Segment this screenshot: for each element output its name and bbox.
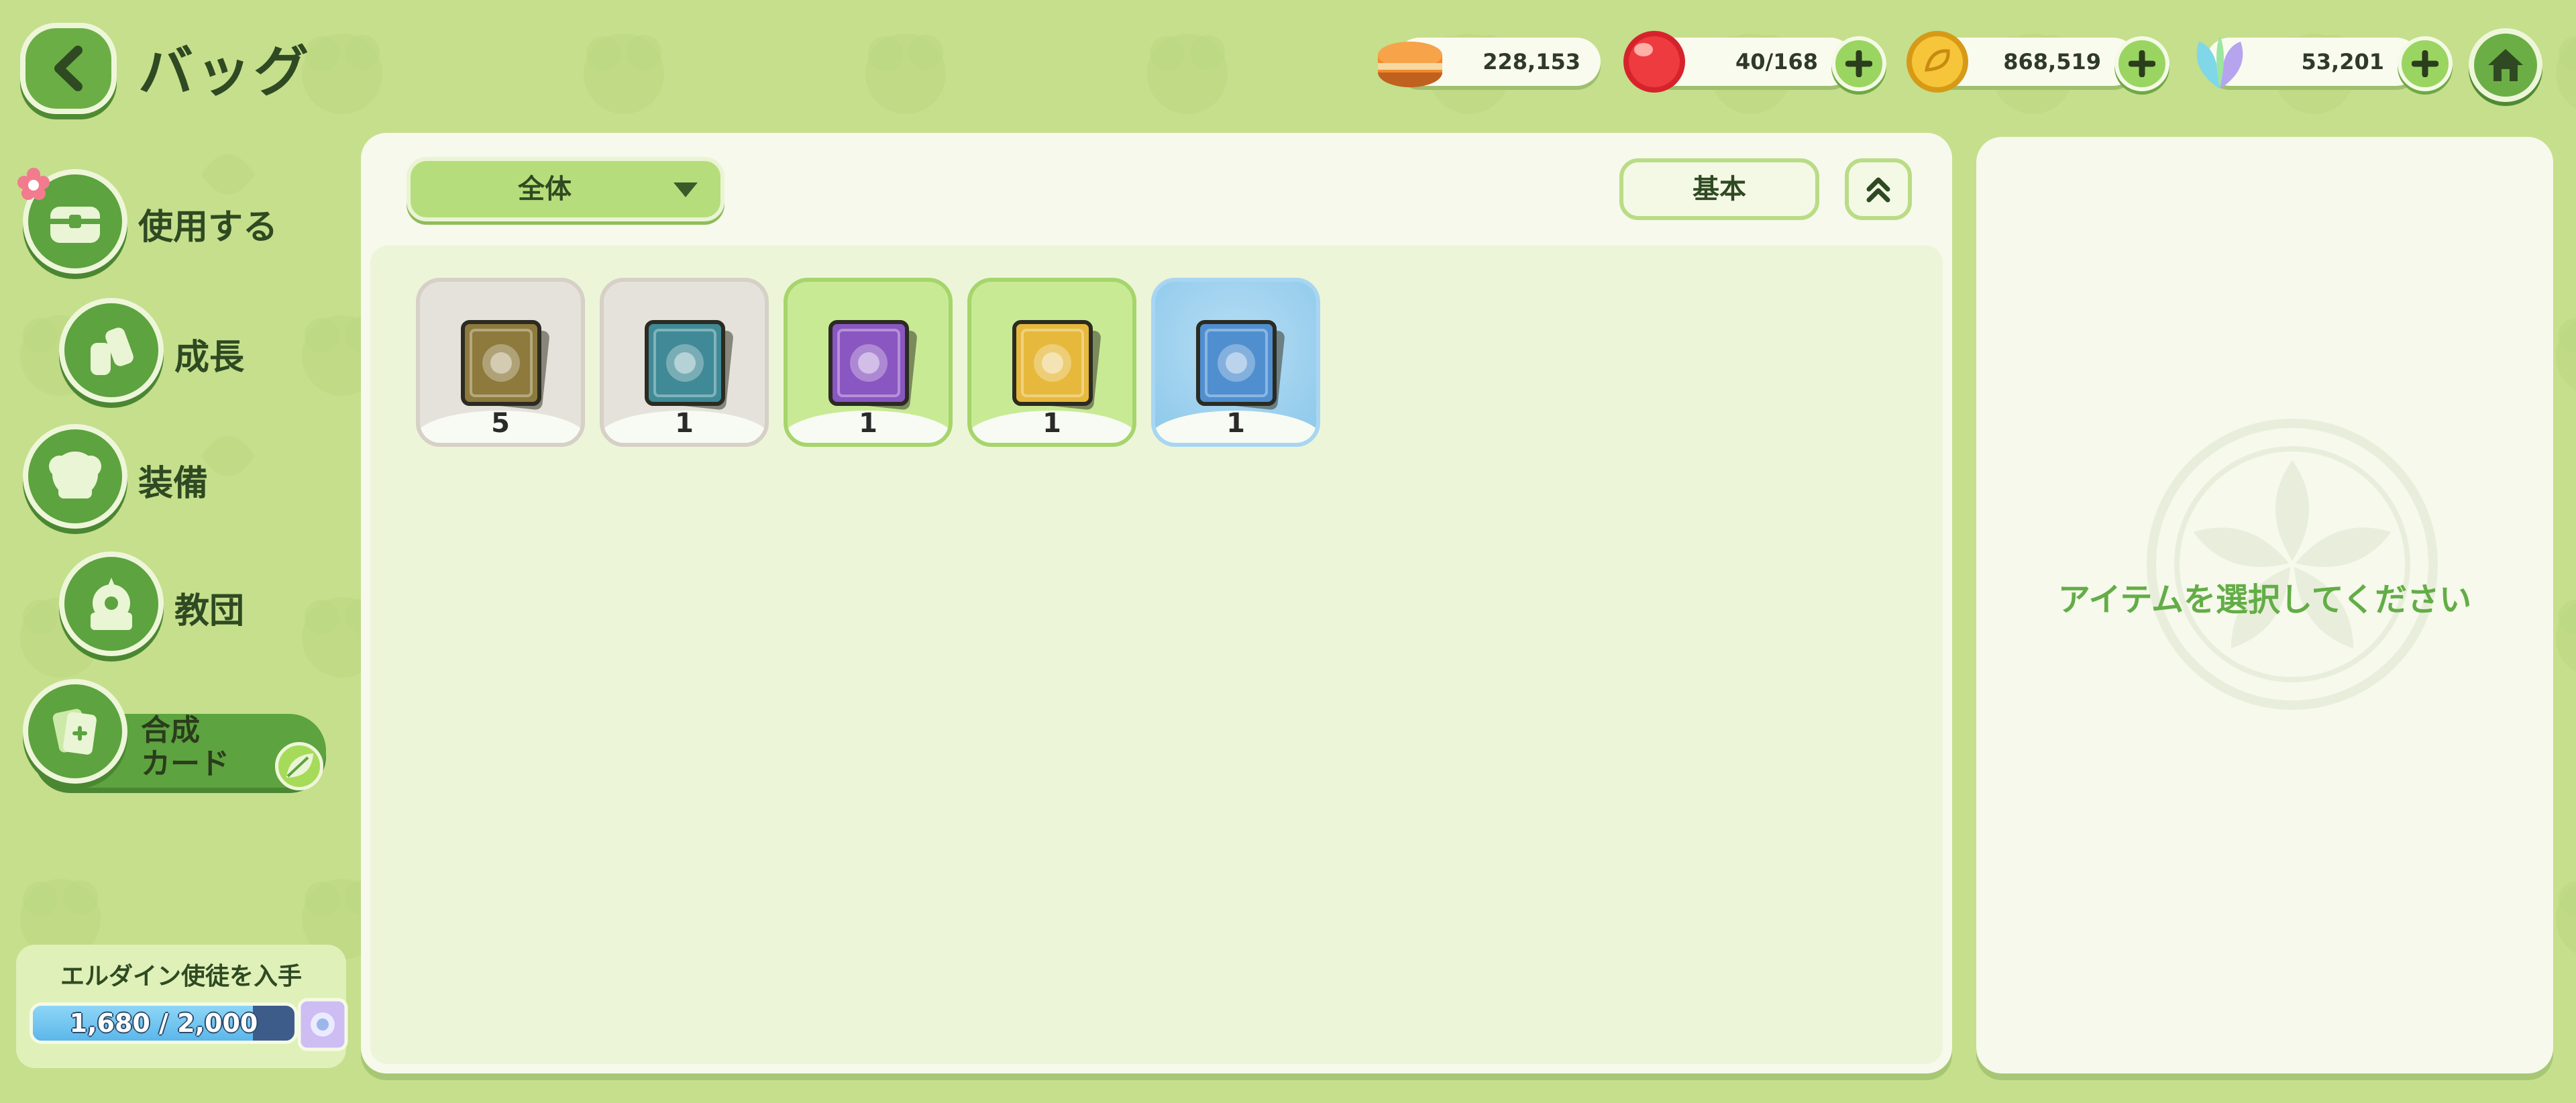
category-filter-dropdown[interactable]: 全体 [407,157,724,221]
add-crystal-button[interactable] [2398,36,2453,91]
treasure-chest-icon [50,207,100,243]
item-count: 1 [859,408,877,439]
double-chevron-up-icon [1866,177,1890,203]
currency-pancake: 228,153 [1375,34,1603,89]
currency-crystal: 53,201 [2186,34,2454,91]
crystal-leaf-icon [2196,35,2243,89]
pancake-icon [1378,42,1442,87]
inventory-slot[interactable]: 5 [416,278,585,447]
inventory-slot[interactable]: 1 [1151,278,1320,447]
sort-order-button[interactable] [1845,158,1912,220]
sidebar-growth-circle [59,298,164,403]
label-line2: カード [141,747,229,781]
card-pack-icon [1012,320,1101,410]
add-gold-button[interactable] [2114,36,2169,91]
home-button[interactable] [2469,28,2542,102]
dropdown-arrow-icon [674,182,698,197]
sidebar-cult-circle [59,552,164,656]
potion-bottles-icon [91,327,133,375]
gold-coin-icon [1907,31,1968,93]
sidebar-synth-circle [23,679,127,784]
leaf-badge-icon [275,742,323,790]
apostle-card-icon [297,998,348,1051]
sort-button[interactable]: 基本 [1619,158,1819,220]
select-item-prompt: アイテムを選択してください [2057,581,2472,619]
item-count: 1 [1226,408,1245,439]
currency-candy: 40/168 [1619,31,1888,93]
back-button[interactable] [20,23,117,114]
card-pack-icon [645,320,733,410]
shrine-icon [91,578,132,630]
reward-progress-text: 1,680 / 2,000 [69,1008,258,1038]
plus-icon [2129,50,2155,77]
add-candy-button[interactable] [1831,36,1886,91]
chevron-left-icon [54,46,83,91]
filter-selected-value: 全体 [518,174,572,205]
card-pack-icon [828,320,917,410]
emblem-watermark-icon [2147,419,2438,710]
plus-icon [1845,50,1872,77]
sidebar-equip-circle [23,424,127,529]
reward-title: エルダイン使徒を入手 [60,963,302,990]
inventory-slot[interactable]: 1 [784,278,953,447]
card-pack-icon [461,320,549,410]
card-pack-icon [1196,320,1285,410]
sidebar-item-synthesis-label: 合成 カード [141,714,229,781]
reward-progress-panel[interactable]: エルダイン使徒を入手 1,680 / 2,000 [16,945,348,1068]
sidebar-item-label: 成長 [174,337,245,378]
inventory-panel: 全体 基本 5 1 1 1 1 [361,133,1952,1073]
sheep-helmet-icon [49,452,101,498]
plus-icon [2412,50,2438,77]
sidebar-item-label: 装備 [138,464,209,504]
red-candy-icon [1623,31,1685,93]
label-line1: 合成 [141,713,200,747]
notification-flower-icon [17,168,50,200]
inventory-slot[interactable]: 1 [967,278,1136,447]
item-count: 5 [491,408,510,439]
page-title: バッグ [138,40,312,104]
item-count: 1 [675,408,694,439]
inventory-slot[interactable]: 1 [600,278,769,447]
reward-progress-bar: 1,680 / 2,000 [30,1002,298,1044]
home-icon [2488,49,2523,81]
cards-icon [52,708,97,755]
sidebar-item-label: 使用する [138,207,278,248]
item-detail-panel: アイテムを選択してください [1976,137,2553,1073]
currency-gold: 868,519 [1902,31,2171,93]
item-count: 1 [1042,408,1061,439]
sidebar-item-label: 教団 [174,591,245,631]
